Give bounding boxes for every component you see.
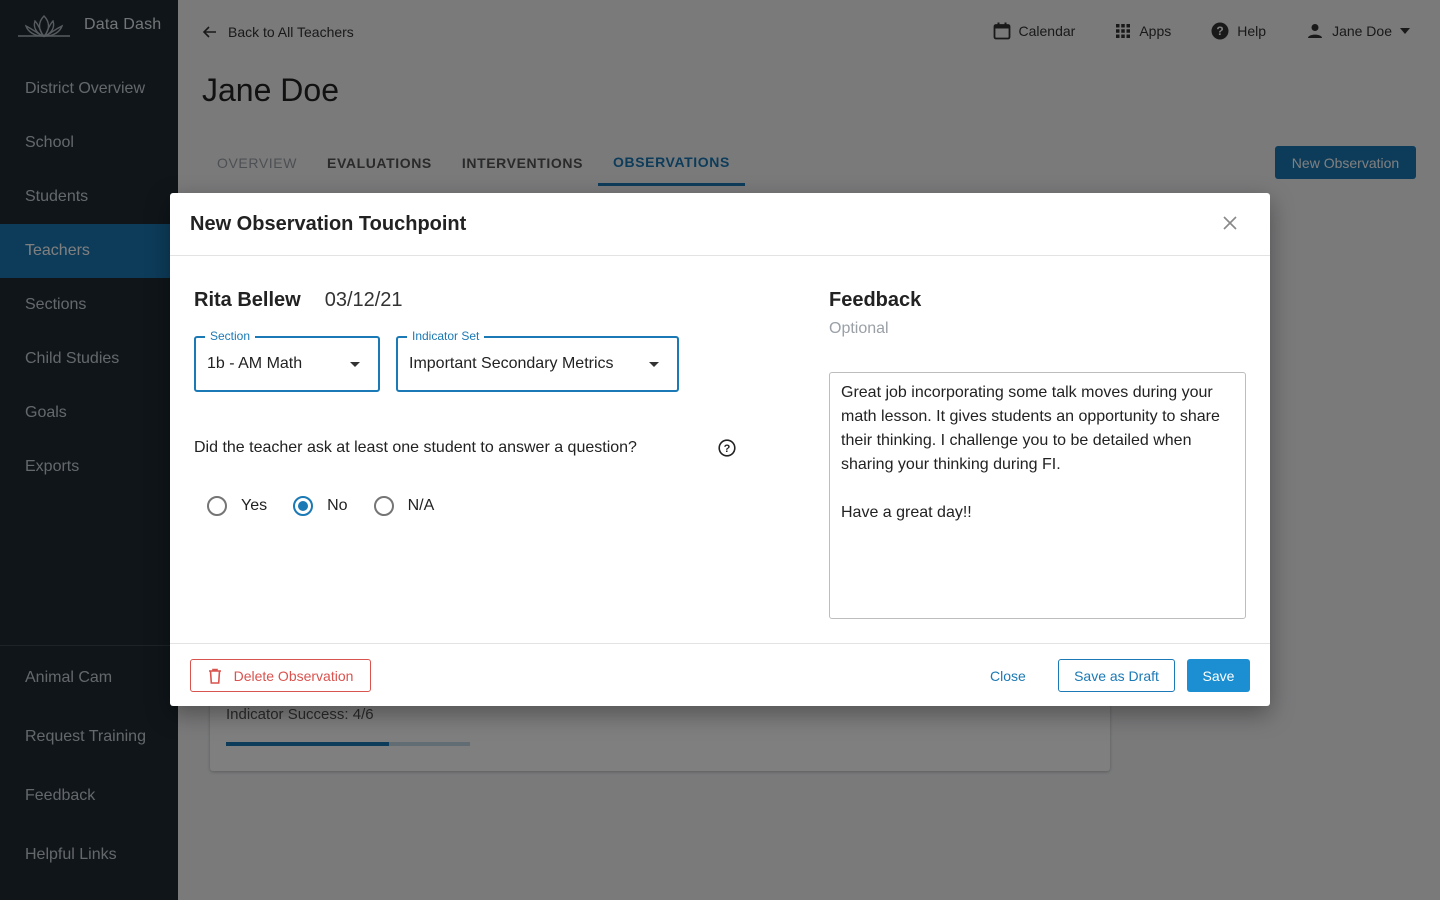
indicator-set-select[interactable]: Indicator Set Important Secondary Metric… — [396, 329, 679, 392]
section-select[interactable]: Section 1b - AM Math — [194, 329, 380, 392]
indicator-set-select-value: Important Secondary Metrics — [409, 355, 614, 372]
modal-header: New Observation Touchpoint — [170, 193, 1270, 256]
observation-heading: Rita Bellew 03/12/21 — [194, 289, 754, 312]
observation-selects: Section 1b - AM Math Indicator Set Impor… — [194, 329, 679, 392]
radio-yes[interactable]: Yes — [207, 496, 267, 516]
feedback-title: Feedback — [829, 289, 922, 311]
radio-button[interactable] — [207, 496, 227, 516]
caret-down-icon — [350, 362, 360, 367]
indicator-set-select-label: Indicator Set — [407, 329, 485, 343]
save-button[interactable]: Save — [1187, 659, 1250, 692]
section-select-label: Section — [205, 329, 256, 343]
feedback-textarea[interactable]: Great job incorporating some talk moves … — [829, 372, 1246, 619]
observation-form: Rita Bellew 03/12/21 — [194, 289, 754, 312]
radio-no[interactable]: No — [293, 496, 348, 516]
answer-radio-group: Yes No N/A — [207, 496, 460, 516]
radio-button[interactable] — [373, 496, 394, 516]
radio-button[interactable] — [293, 496, 314, 516]
indicator-question: Did the teacher ask at least one student… — [194, 439, 637, 456]
teacher-name: Rita Bellew — [194, 289, 301, 311]
radio-label: N/A — [407, 497, 435, 514]
new-observation-modal: New Observation Touchpoint Rita Bellew 0… — [170, 193, 1270, 706]
delete-observation-label: Delete Observation — [233, 667, 354, 684]
delete-observation-button[interactable]: Delete Observation — [190, 659, 371, 692]
modal-footer: Delete Observation Close Save as Draft S… — [170, 643, 1270, 706]
caret-down-icon — [649, 362, 659, 367]
observation-date: 03/12/21 — [324, 289, 403, 311]
radio-label: No — [327, 497, 348, 514]
close-button[interactable]: Close — [990, 659, 1026, 692]
radio-label: Yes — [241, 497, 268, 514]
close-icon[interactable] — [1220, 213, 1240, 233]
radio-na[interactable]: N/A — [373, 496, 435, 516]
trash-icon — [208, 668, 221, 684]
modal-title: New Observation Touchpoint — [190, 212, 467, 235]
section-select-value: 1b - AM Math — [207, 355, 303, 372]
svg-text:?: ? — [724, 443, 731, 455]
question-help-icon[interactable]: ? — [718, 439, 736, 457]
feedback-section: Feedback Optional — [829, 289, 1246, 338]
feedback-optional-label: Optional — [829, 320, 889, 337]
save-draft-button[interactable]: Save as Draft — [1058, 659, 1175, 692]
